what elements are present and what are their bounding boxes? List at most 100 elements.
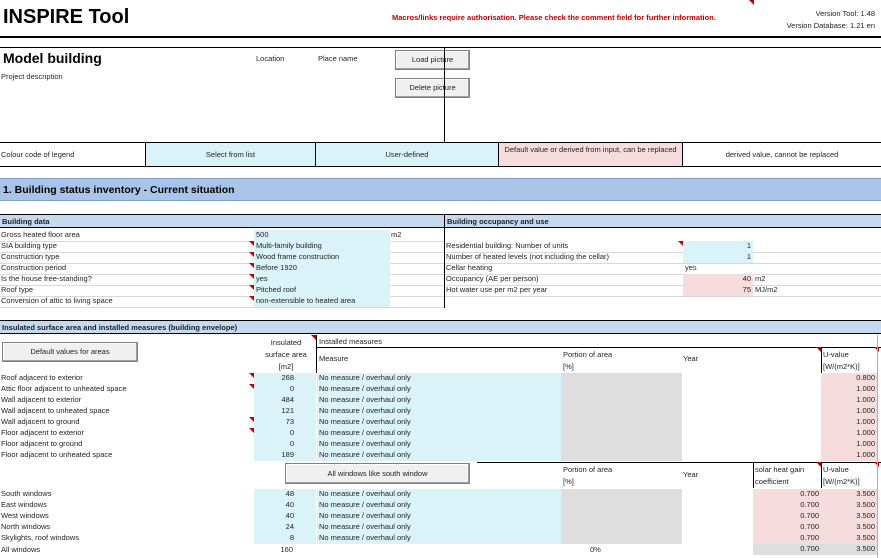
window-measure-select[interactable]: No measure / overhaul only [317, 500, 561, 511]
envelope-area[interactable]: 0 [254, 428, 316, 439]
window-portion [561, 500, 682, 511]
building-data-value[interactable]: non-extensible to heated area [254, 296, 390, 307]
envelope-measure-select[interactable]: No measure / overhaul only [317, 395, 561, 406]
occupancy-label: Cellar heating [446, 263, 493, 272]
window-area[interactable]: 40 [254, 500, 316, 511]
occupancy-unit: MJ/m2 [755, 285, 778, 294]
envelope-u-value[interactable]: 1.000 [821, 406, 877, 417]
window-area[interactable]: 8 [254, 533, 316, 544]
col-area-h3: [m2] [278, 362, 294, 371]
app-title: INSPIRE Tool [3, 6, 130, 28]
window-u-value[interactable]: 3.500 [821, 500, 877, 511]
building-data-value[interactable]: 500 [254, 230, 390, 241]
building-data-label: Construction period [1, 263, 67, 272]
section-title: 1. Building status inventory - Current s… [3, 184, 235, 196]
occupancy-value[interactable]: yes [683, 263, 753, 274]
building-data-value[interactable]: Pitched roof [254, 285, 390, 296]
win-col-g-h2: coefficient [755, 477, 789, 486]
building-data-header: Building data Building occupancy and use [0, 214, 881, 228]
project-name[interactable]: Model building [3, 50, 102, 66]
building-data-value[interactable]: Before 1920 [254, 263, 390, 274]
building-data-label: SIA building type [1, 241, 57, 250]
win-col-year: Year [683, 470, 699, 479]
building-data-value[interactable]: Wood frame construction [254, 252, 390, 263]
envelope-u-value[interactable]: 0.800 [821, 373, 877, 384]
envelope-area[interactable]: 0 [254, 439, 316, 450]
all-windows-like-south-button[interactable]: All windows like south window [285, 463, 470, 484]
envelope-u-value[interactable]: 1.000 [821, 439, 877, 450]
delete-picture-button[interactable]: Delete picture [395, 78, 470, 98]
window-u-value[interactable]: 3.500 [821, 511, 877, 522]
window-u-value[interactable]: 3.500 [821, 522, 877, 533]
comment-marker [749, 0, 754, 5]
envelope-u-value[interactable]: 1.000 [821, 384, 877, 395]
envelope-area[interactable]: 484 [254, 395, 316, 406]
load-picture-button[interactable]: Load picture [395, 50, 470, 70]
occupancy-value[interactable]: 1 [683, 252, 753, 263]
place-name-field[interactable]: Place name [318, 54, 358, 63]
envelope-portion [561, 417, 682, 428]
legend-label: Colour code of legend [1, 150, 75, 159]
envelope-area[interactable]: 73 [254, 417, 316, 428]
building-data-label: Conversion of attic to living space [1, 296, 113, 305]
building-data-value[interactable]: Multi-family building [254, 241, 390, 252]
envelope-measure-select[interactable]: No measure / overhaul only [317, 373, 561, 384]
win-col-portion-h1: Portion of area [563, 465, 613, 474]
window-g-value[interactable]: 0.700 [753, 511, 821, 522]
window-label: Skylights, roof windows [1, 533, 79, 542]
envelope-measure-select[interactable]: No measure / overhaul only [317, 428, 561, 439]
envelope-element-label: Floor adjacent to ground [1, 439, 83, 448]
building-data-unit [391, 285, 421, 296]
building-data-unit [391, 263, 421, 274]
envelope-element-label: Attic floor adjacent to unheated space [1, 384, 127, 393]
window-g-value[interactable]: 0.700 [753, 500, 821, 511]
occupancy-value[interactable]: 75 [683, 285, 753, 296]
window-g-value[interactable]: 0.700 [753, 489, 821, 500]
building-data-label: Construction type [1, 252, 60, 261]
window-area[interactable]: 24 [254, 522, 316, 533]
window-measure-select[interactable]: No measure / overhaul only [317, 522, 561, 533]
envelope-measure-select[interactable]: No measure / overhaul only [317, 450, 561, 461]
occupancy-value[interactable]: 1 [683, 241, 753, 252]
building-data-unit: m2 [391, 230, 402, 239]
envelope-u-value[interactable]: 1.000 [821, 450, 877, 461]
window-measure-select[interactable]: No measure / overhaul only [317, 511, 561, 522]
default-areas-button[interactable]: Default values for areas [2, 342, 138, 362]
envelope-header: Insulated surface area and installed mea… [0, 320, 881, 334]
envelope-portion [561, 384, 682, 395]
envelope-u-value[interactable]: 1.000 [821, 417, 877, 428]
window-u-value[interactable]: 3.500 [821, 533, 877, 544]
window-measure-select[interactable]: No measure / overhaul only [317, 489, 561, 500]
window-measure-select[interactable]: No measure / overhaul only [317, 533, 561, 544]
comment-marker [249, 263, 254, 268]
envelope-measure-select[interactable]: No measure / overhaul only [317, 384, 561, 395]
window-g-value[interactable]: 0.700 [753, 522, 821, 533]
envelope-area[interactable]: 268 [254, 373, 316, 384]
envelope-measure-select[interactable]: No measure / overhaul only [317, 406, 561, 417]
window-area[interactable]: 48 [254, 489, 316, 500]
window-area[interactable]: 40 [254, 511, 316, 522]
window-label: East windows [1, 500, 47, 509]
envelope-area[interactable]: 121 [254, 406, 316, 417]
envelope-measure-select[interactable]: No measure / overhaul only [317, 417, 561, 428]
col-portion-h2: [%] [563, 362, 574, 371]
building-data-value[interactable]: yes [254, 274, 390, 285]
envelope-u-value[interactable]: 1.000 [821, 395, 877, 406]
comment-marker [249, 274, 254, 279]
envelope-portion [561, 406, 682, 417]
window-g-value[interactable]: 0.700 [753, 533, 821, 544]
win-col-portion-h2: [%] [563, 477, 574, 486]
comment-marker [249, 296, 254, 301]
envelope-u-value[interactable]: 1.000 [821, 428, 877, 439]
occupancy-title: Building occupancy and use [447, 217, 549, 226]
envelope-portion [561, 450, 682, 461]
envelope-area[interactable]: 0 [254, 384, 316, 395]
envelope-area[interactable]: 189 [254, 450, 316, 461]
legend-default-text: Default value or derived from input, can… [504, 145, 677, 154]
occupancy-value[interactable]: 40 [683, 274, 753, 285]
envelope-measure-select[interactable]: No measure / overhaul only [317, 439, 561, 450]
comment-marker [249, 417, 254, 422]
envelope-portion [561, 439, 682, 450]
col-installed-measures: Installed measures [319, 337, 382, 346]
window-u-value[interactable]: 3.500 [821, 489, 877, 500]
